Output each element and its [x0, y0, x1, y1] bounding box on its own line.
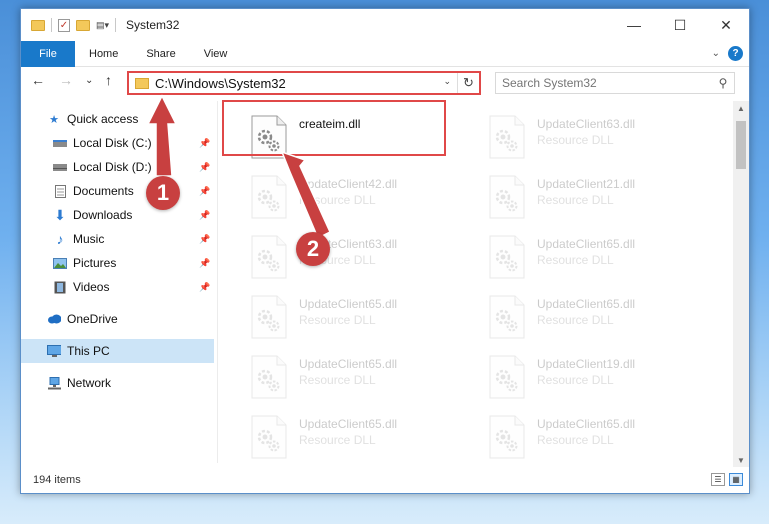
callout-step-1: 1: [146, 176, 180, 210]
arrow-1: [146, 94, 178, 177]
callout-step-2: 2: [296, 232, 330, 266]
annotation-arrows: [146, 94, 331, 240]
arrow-2: [280, 150, 331, 240]
